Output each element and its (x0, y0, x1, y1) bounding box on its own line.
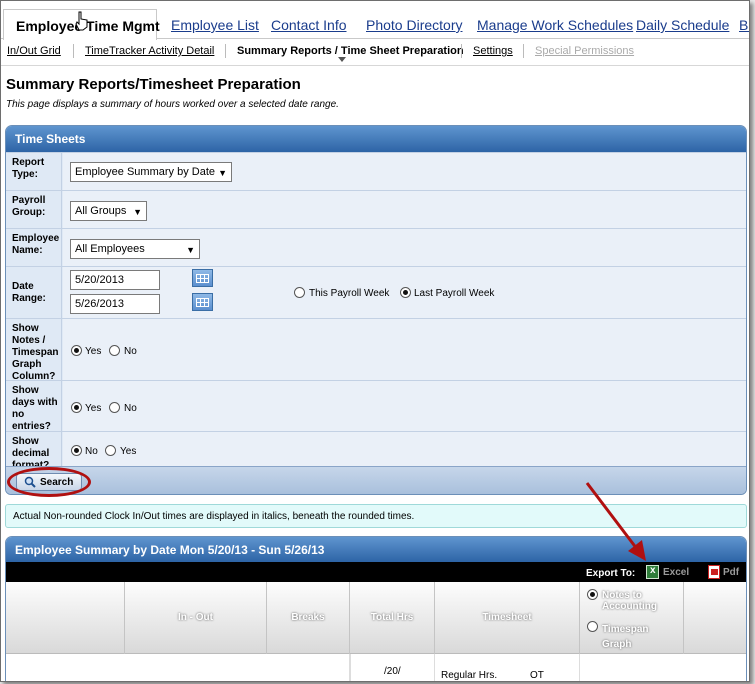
app-window: Employee Time Mgmt Employee List Contact… (0, 0, 750, 682)
export-arrow-annotation (585, 482, 646, 561)
